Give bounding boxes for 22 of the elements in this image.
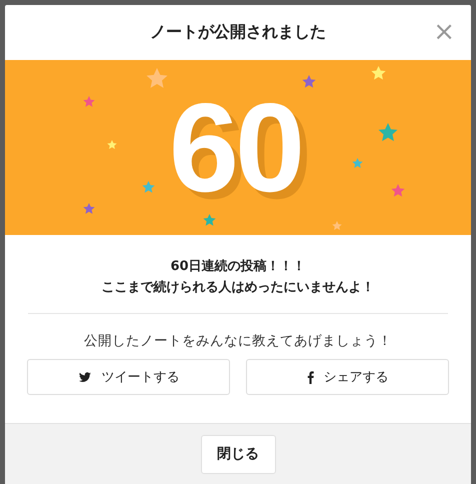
- star-icon: [83, 203, 95, 215]
- close-button[interactable]: 閉じる: [200, 434, 276, 474]
- bird-icon: [78, 370, 92, 384]
- star-icon: [142, 180, 154, 194]
- dialog-title: ノートが公開されました: [150, 22, 326, 43]
- message-text: ここまで続けられる人はめったにいませんよ！: [102, 279, 374, 296]
- star-icon: [302, 75, 316, 89]
- star-icon: [332, 221, 342, 231]
- star-icon: [107, 140, 117, 150]
- share-button[interactable]: シェアする: [246, 359, 449, 395]
- star-icon: [391, 184, 405, 198]
- streak-number: 60: [168, 84, 302, 210]
- letter-f-icon: [306, 370, 314, 384]
- message-text: 60日連続の投稿！！！: [170, 258, 306, 275]
- star-icon: [146, 68, 168, 90]
- star-icon: [202, 214, 216, 226]
- star-icon: [352, 158, 362, 168]
- star-icon: [83, 96, 95, 108]
- share-prompt: 公開したノートをみんなに教えてあげましょう！: [84, 332, 392, 350]
- star-icon: [370, 66, 386, 80]
- tweet-button[interactable]: ツイートする: [27, 359, 230, 395]
- star-icon: [378, 123, 398, 143]
